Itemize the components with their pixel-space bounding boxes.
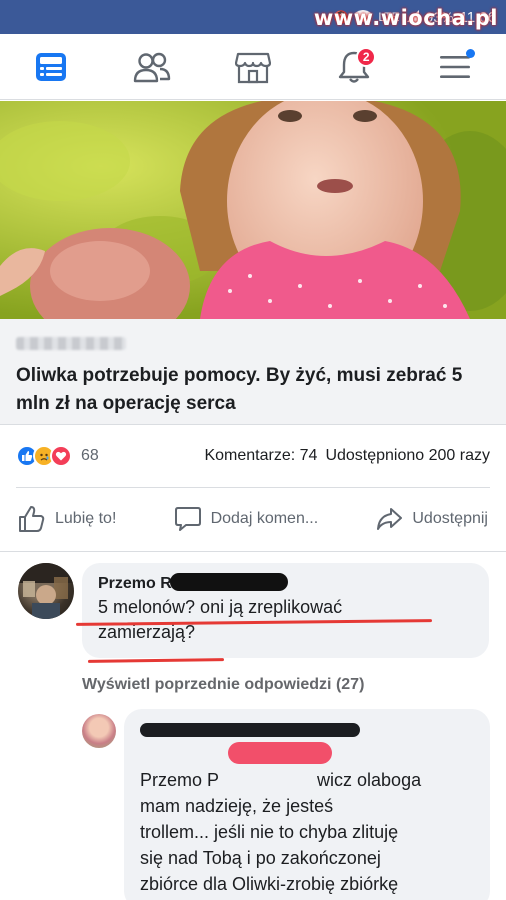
comments-section: Przemo R 5 melonów? oni ją zreplikować z… — [0, 551, 506, 900]
share-button[interactable]: Udostępnij — [375, 505, 488, 533]
redaction-scribble — [228, 742, 332, 764]
shares-count[interactable]: Udostępniono 200 razy — [325, 447, 490, 465]
post-actions: Lubię to! Dodaj komen... Udostępnij — [0, 488, 506, 550]
red-underline — [87, 658, 225, 663]
like-button[interactable]: Lubię to! — [18, 505, 116, 533]
nav-marketplace[interactable] — [223, 37, 283, 97]
thumbs-up-icon — [19, 506, 45, 532]
menu-new-dot — [466, 48, 476, 58]
link-title: Oliwka potrzebuje pomocy. By żyć, musi z… — [16, 365, 463, 414]
avatar[interactable] — [82, 714, 116, 748]
share-label: Udostępnij — [412, 510, 488, 527]
link-preview-image[interactable] — [0, 101, 506, 319]
comment-label: Dodaj komen... — [210, 510, 319, 527]
nav-menu[interactable] — [425, 37, 485, 97]
redaction-scribble — [140, 723, 360, 737]
top-nav: 2 — [0, 34, 506, 100]
reply-text-end: wicz olaboga — [317, 770, 422, 790]
blurred-domain — [16, 337, 126, 350]
redaction-scribble — [170, 573, 288, 591]
reactions-count[interactable]: 68 — [81, 447, 99, 465]
marketplace-icon — [234, 52, 271, 83]
reaction-icons[interactable] — [16, 445, 72, 467]
comments-count[interactable]: Komentarze: 74 — [204, 447, 317, 465]
watermark: www.wiocha.pl — [313, 6, 498, 30]
child-photo — [0, 101, 506, 319]
friends-icon — [133, 52, 170, 82]
news-feed-icon — [35, 52, 66, 81]
reply-text-start: Przemo P — [140, 770, 220, 790]
hamburger-menu-icon — [440, 55, 471, 78]
comment-bubble-icon — [174, 507, 201, 531]
link-preview[interactable]: Oliwka potrzebuje pomocy. By żyć, musi z… — [0, 319, 506, 425]
nav-news-feed[interactable] — [21, 37, 81, 97]
love-reaction-icon — [50, 445, 72, 467]
comment-text-line1: 5 melonów? oni ją zreplikować — [98, 597, 343, 617]
like-label: Lubię to! — [55, 510, 117, 527]
reactions-row: 68 Komentarze: 74 Udostępniono 200 razy — [0, 425, 506, 487]
view-previous-replies-link[interactable]: Wyświetl poprzednie odpowiedzi (27) — [82, 676, 364, 694]
reply-author-redacted — [140, 719, 474, 741]
nav-notifications[interactable]: 2 — [324, 37, 384, 97]
nav-friends[interactable] — [122, 37, 182, 97]
notification-badge: 2 — [356, 46, 377, 67]
comment-button[interactable]: Dodaj komen... — [174, 505, 319, 533]
reply-bubble[interactable]: Przemo P wicz olaboga mam nadzieję, że je… — [124, 709, 490, 900]
avatar[interactable] — [18, 563, 74, 619]
post-stats: Komentarze: 74 Udostępniono 200 razy — [204, 447, 490, 465]
reply-text-body: mam nadzieję, że jesteś trollem... jeśli… — [140, 796, 399, 894]
share-arrow-icon — [377, 508, 403, 530]
